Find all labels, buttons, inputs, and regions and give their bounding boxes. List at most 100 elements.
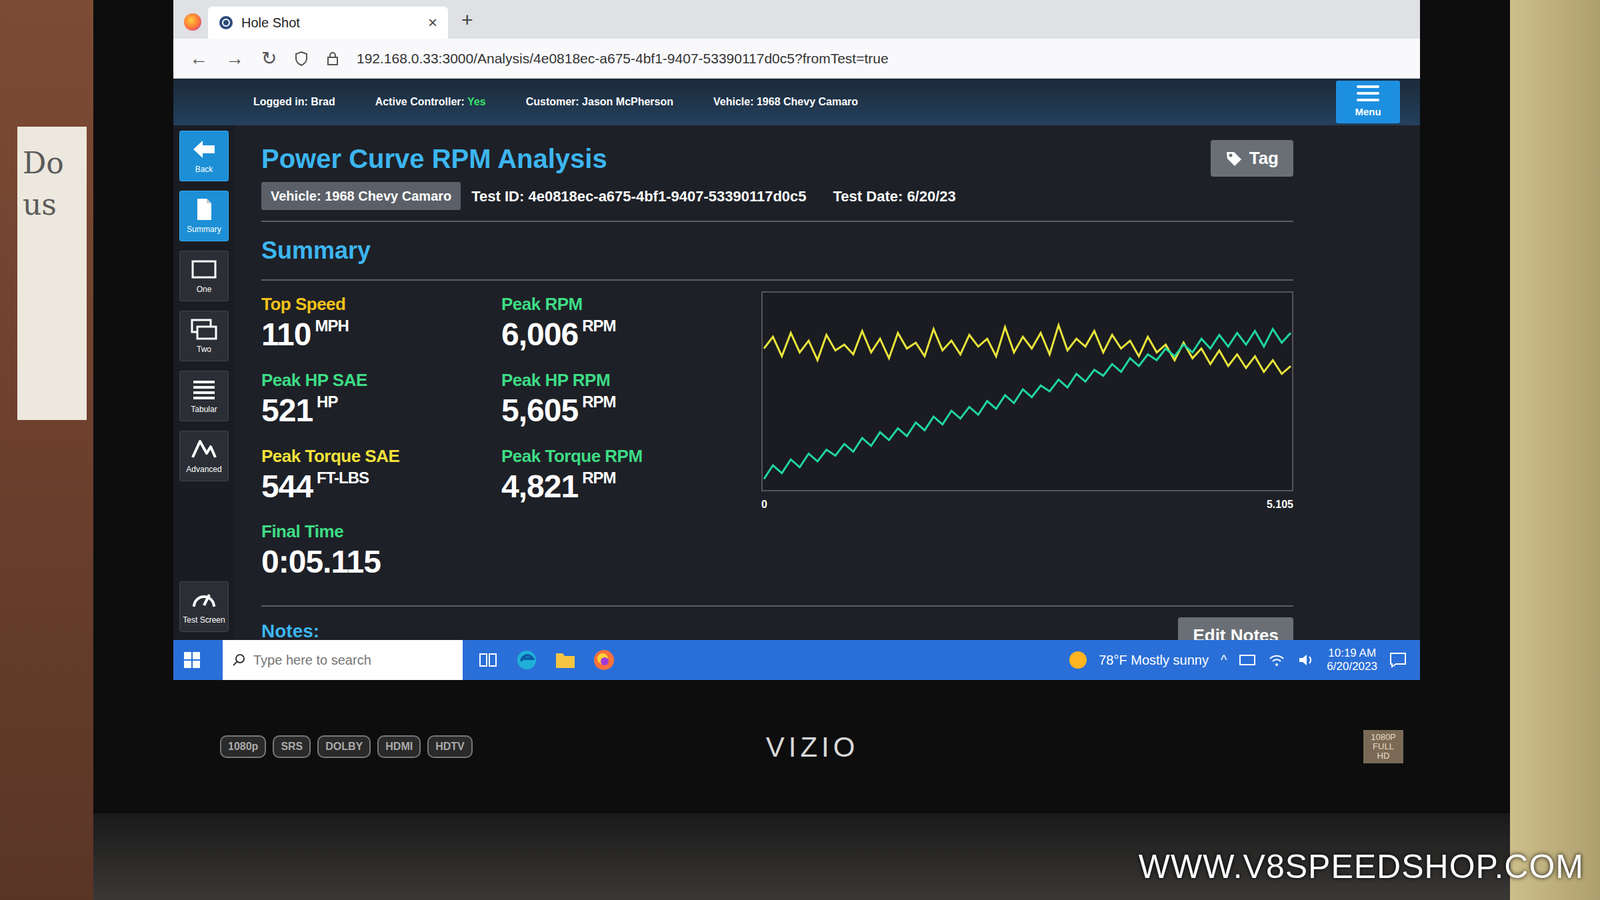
x-tick: 0: [761, 496, 768, 513]
advanced-chart-icon: [190, 437, 218, 462]
sticker: 1080P FULL HD: [1363, 730, 1404, 764]
test-id: Test ID: 4e0818ec-a675-4bf1-9407-5339011…: [471, 185, 806, 208]
active-controller: Active Controller: Yes: [375, 94, 486, 110]
sidebar-item[interactable]: Tabular: [179, 370, 229, 422]
sidebar-item[interactable]: One: [179, 250, 229, 302]
sidebar-label: Two: [196, 343, 212, 356]
x-tick: 5.105: [1266, 496, 1294, 513]
main-content: Power Curve RPM AnalysisTagVehicle: 1968…: [234, 125, 1420, 640]
tabular-icon: [190, 377, 218, 402]
stat: Peak HP SAE521HP: [261, 367, 502, 429]
stat-value: 5,605RPM: [501, 393, 762, 429]
address-field[interactable]: 192.168.0.33:3000/Analysis/4e0818ec-a675…: [356, 48, 889, 70]
nav-button[interactable]: →: [225, 44, 244, 73]
windows-icon: [183, 651, 201, 669]
stat-value: 544FT-LBS: [261, 469, 502, 505]
stat-label: Top Speed: [261, 291, 502, 318]
brand-logo: VIZIO: [766, 726, 860, 768]
bezel-badge: SRS: [272, 735, 311, 758]
test-date: Test Date: 6/20/23: [833, 185, 956, 208]
edge-icon: [513, 646, 540, 674]
stat: Peak RPM6,006RPM: [501, 291, 762, 353]
tray-chevron[interactable]: ^: [1220, 650, 1227, 670]
summary-icon: [190, 197, 218, 222]
stat-unit: RPM: [582, 468, 616, 487]
menu-button[interactable]: Menu: [1336, 80, 1400, 124]
active-controller-label: Active Controller:: [375, 96, 465, 108]
stat-number: 0:05.115: [261, 544, 381, 580]
note-paper: Dous: [17, 126, 87, 420]
note-line: us: [22, 184, 82, 226]
stat-value: 6,006RPM: [501, 317, 762, 353]
address-bar: ← → ↻ 192.168.0.33:3000/Analysis/4e0818ec-a…: [173, 38, 1420, 79]
x-axis: 0 5.105: [761, 491, 1294, 513]
stat-number: 521: [261, 392, 313, 428]
bezel-badge: DOLBY: [317, 735, 371, 758]
stat-unit: FT-LBS: [316, 468, 369, 487]
scene: Dous Hole Shot × + ← → ↻ 192.168.0.33:3000/Anal…: [0, 0, 1600, 900]
system-tray: 78°F Mostly sunny ^ 10:19 AM6/20/2023: [1069, 646, 1407, 674]
taskbar: 78°F Mostly sunny ^ 10:19 AM6/20/2023: [173, 640, 1420, 680]
bezel-badge: 1080p: [220, 735, 266, 758]
two-screen-icon: [190, 317, 218, 342]
search-input[interactable]: [252, 649, 454, 671]
stat: Top Speed110MPH: [261, 291, 502, 353]
stat-label: Peak Torque RPM: [501, 443, 762, 470]
one-screen-icon: [190, 257, 218, 282]
new-tab[interactable]: +: [454, 4, 480, 39]
weather-icon: [1069, 651, 1087, 669]
nav-button[interactable]: ↻: [261, 44, 277, 73]
sidebar-item[interactable]: Advanced: [179, 430, 229, 482]
stat: Peak HP RPM5,605RPM: [501, 367, 762, 429]
gauge-icon: [190, 588, 218, 612]
active-controller-value: Yes: [467, 96, 486, 108]
back-label: Back: [195, 163, 214, 176]
browser-tab[interactable]: Hole Shot ×: [208, 6, 448, 39]
stat-value: 521HP: [261, 393, 502, 429]
stat-unit: RPM: [582, 316, 616, 335]
watermark: WWW.V8SPEEDSHOP.COM: [1138, 842, 1584, 892]
stat-unit: HP: [316, 392, 338, 411]
sidebar-item[interactable]: Summary: [179, 190, 229, 242]
stat-column: Peak RPM6,006RPMPeak HP RPM5,605RPMPeak …: [501, 291, 762, 595]
tag-button[interactable]: Tag: [1210, 140, 1294, 177]
folder-icon: [552, 646, 579, 674]
test-screen-button[interactable]: Test Screen: [179, 581, 229, 632]
sidebar-label: Tabular: [190, 403, 217, 416]
stat: Final Time0:05.115: [261, 518, 502, 580]
monitor: Hole Shot × + ← → ↻ 192.168.0.33:3000/Analysis…: [93, 0, 1510, 900]
chart-series: [764, 329, 1291, 480]
network-icon: [1238, 652, 1256, 668]
tab-title: Hole Shot: [241, 12, 300, 33]
firefox-icon: [184, 13, 202, 31]
stat: Peak Torque RPM4,821RPM: [501, 443, 762, 505]
sidebar-label: Summary: [186, 223, 221, 236]
firefox-icon: [590, 646, 618, 674]
tab-close[interactable]: ×: [428, 10, 438, 35]
back-arrow-icon: [190, 137, 218, 162]
vehicle-badge: Vehicle: 1968 Chevy Camaro: [261, 182, 461, 210]
browser-tabbar: Hole Shot × +: [173, 0, 1420, 39]
back-button[interactable]: Back: [179, 130, 229, 182]
wall: [1510, 0, 1600, 900]
nav-button[interactable]: ←: [189, 44, 208, 73]
weather[interactable]: 78°F Mostly sunny: [1098, 650, 1209, 670]
stat-number: 110: [261, 316, 311, 352]
sidebar-item[interactable]: Two: [179, 310, 229, 362]
monitor-bezel: 1080pSRSDOLBYHDMIHDTVVIZIO1080P FULL HD: [93, 680, 1510, 814]
meta-row: Vehicle: 1968 Chevy Camaro Test ID: 4e081…: [261, 182, 1294, 210]
stat-label: Peak HP RPM: [501, 367, 762, 394]
tag-icon: [1225, 150, 1243, 168]
wifi-icon: [1268, 652, 1286, 668]
customer: Customer: Jason McPherson: [526, 94, 674, 110]
start-button[interactable]: [173, 651, 211, 669]
notification-icon: [1389, 652, 1407, 668]
stat-column: Top Speed110MPH Peak HP SAE521HP Peak Torq…: [261, 291, 502, 595]
date: 6/20/2023: [1326, 660, 1378, 674]
stat: Peak Torque SAE544FT-LBS: [261, 443, 502, 505]
task-view-icon: [474, 646, 502, 674]
vehicle: Vehicle: 1968 Chevy Camaro: [713, 94, 858, 110]
clock[interactable]: 10:19 AM6/20/2023: [1326, 646, 1378, 674]
sidebar: Back Summary One Two Tabular Advanced Test Scr…: [173, 125, 235, 640]
wall: Dous: [0, 0, 94, 900]
